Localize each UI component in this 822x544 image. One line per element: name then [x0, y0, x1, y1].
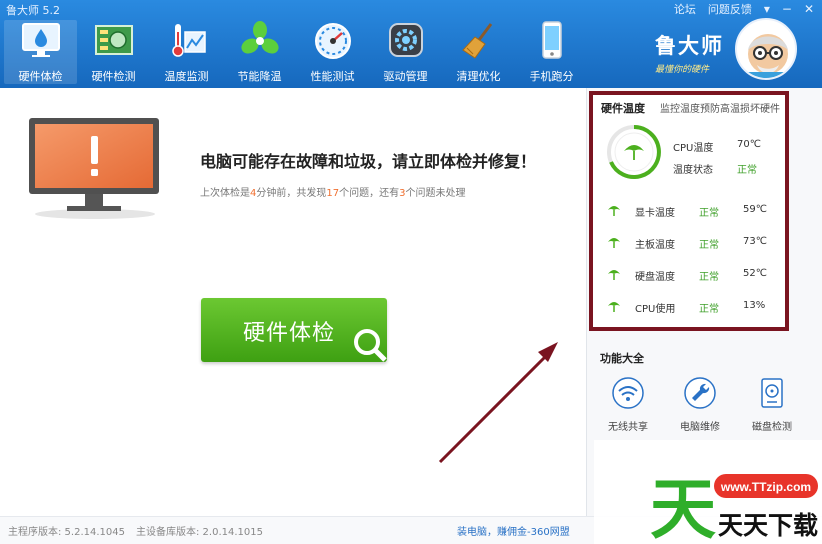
- temperature-tagline: 监控温度预防高温损坏硬件: [660, 104, 780, 115]
- tab-energy-saving[interactable]: 节能降温: [223, 20, 296, 84]
- tab-label: 驱动管理: [383, 70, 428, 83]
- hardware-temperature-card: 硬件温度 监控温度预防高温损坏硬件 CPU温度 70℃ 温度状态 正常 显卡温度…: [589, 91, 789, 331]
- wifi-icon: [612, 377, 644, 409]
- fan-icon: [240, 21, 279, 54]
- tab-label: 手机跑分: [529, 70, 574, 83]
- main-tabs: 硬件体检 硬件检测 温度监测 节能降温 性能测试 驱动管理 清理优化 手机跑分: [4, 20, 588, 84]
- cpu-temp-value: 70℃: [737, 139, 761, 150]
- tab-temperature-monitor[interactable]: 温度监测: [150, 20, 223, 84]
- brand: 鲁大师 最懂你的硬件: [655, 30, 724, 75]
- board-temp-value: 73℃: [743, 236, 767, 247]
- tab-hardware-detect[interactable]: 硬件检测: [77, 20, 150, 84]
- disk-check-button[interactable]: 磁盘检测: [742, 376, 802, 433]
- alert-subtitle: 上次体检是4分钟前，共发现17个问题，还有3个问题未处理: [200, 184, 465, 199]
- wrench-icon: [684, 377, 716, 409]
- minimize-icon[interactable]: −: [782, 2, 792, 16]
- alert-sub-mid1: 分钟前，共发现: [256, 188, 327, 199]
- brand-name: 鲁大师: [655, 34, 724, 58]
- alert-issue-count: 17: [326, 188, 340, 199]
- tab-label: 硬件体检: [18, 70, 63, 83]
- annotation-arrow: [438, 342, 558, 464]
- umbrella-icon: [608, 206, 620, 216]
- tab-label: 硬件检测: [91, 70, 136, 83]
- window-controls: 论坛 问题反馈 ▾ − ✕: [674, 1, 814, 17]
- tab-phone-benchmark[interactable]: 手机跑分: [515, 20, 588, 84]
- umbrella-icon: [608, 238, 620, 248]
- svg-text:天: 天: [650, 471, 716, 544]
- umbrella-icon: [608, 302, 620, 312]
- board-temp-status: 正常: [699, 240, 719, 251]
- checkup-button-label: 硬件体检: [243, 321, 336, 346]
- title-bar: 鲁大师 5.2 论坛 问题反馈 ▾ − ✕ 硬件体检 硬件检测 温度监测 节能降…: [0, 0, 822, 88]
- cpu-usage-status: 正常: [699, 304, 719, 315]
- monitor-droplet-icon: [21, 23, 60, 57]
- wireless-share-button[interactable]: 无线共享: [598, 376, 658, 433]
- gpu-temp-label: 显卡温度: [635, 208, 675, 219]
- hardware-checkup-button[interactable]: 硬件体检: [201, 298, 387, 362]
- pc-repair-label: 电脑维修: [680, 422, 720, 433]
- gear-box-icon: [388, 23, 423, 57]
- feedback-link[interactable]: 问题反馈: [708, 1, 752, 17]
- warning-monitor-icon: [29, 118, 159, 219]
- speedometer-icon: [314, 23, 351, 59]
- tab-driver-manager[interactable]: 驱动管理: [369, 20, 442, 84]
- magnifier-icon: [354, 329, 387, 362]
- watermark-text: 天天下载: [718, 511, 818, 540]
- brand-slogan: 最懂你的硬件: [655, 65, 710, 75]
- temp-state-value: 正常: [737, 165, 757, 176]
- tab-hardware-checkup[interactable]: 硬件体检: [4, 20, 77, 84]
- functions-heading: 功能大全: [600, 352, 644, 365]
- temp-state-label: 温度状态: [673, 165, 713, 176]
- cpu-temperature-row: CPU温度 70℃: [673, 139, 761, 154]
- cpu-usage-row: CPU使用 正常 13%: [607, 299, 777, 315]
- disk-icon: [761, 378, 783, 408]
- broom-icon: [461, 23, 492, 59]
- gpu-temperature-row: 显卡温度 正常 59℃: [607, 203, 777, 219]
- board-temp-label: 主板温度: [635, 240, 675, 251]
- cpu-usage-value: 13%: [743, 300, 766, 311]
- alert-sub-prefix: 上次体检是: [200, 188, 250, 199]
- disk-check-label: 磁盘检测: [752, 422, 792, 433]
- disk-temp-status: 正常: [699, 272, 719, 283]
- forum-link[interactable]: 论坛: [674, 1, 696, 17]
- close-icon[interactable]: ✕: [804, 2, 814, 16]
- alert-sub-suffix: 个问题未处理: [405, 188, 466, 199]
- cpu-temperature-gauge: [607, 125, 661, 179]
- tab-performance-test[interactable]: 性能测试: [296, 20, 369, 84]
- promo-link[interactable]: 装电脑，赚佣金-360网盟: [457, 523, 570, 538]
- tab-label: 温度监测: [164, 70, 209, 83]
- phone-icon: [541, 21, 562, 59]
- tab-label: 清理优化: [456, 70, 501, 83]
- alert-sub-mid2: 个问题，还有: [339, 188, 400, 199]
- temperature-heading: 硬件温度: [601, 102, 645, 115]
- menu-dropdown-icon[interactable]: ▾: [764, 2, 770, 16]
- cpu-usage-label: CPU使用: [635, 304, 676, 315]
- temperature-state-row: 温度状态 正常: [673, 161, 757, 176]
- umbrella-icon: [608, 270, 620, 280]
- wireless-share-label: 无线共享: [608, 422, 648, 433]
- watermark-url: www.TTzip.com: [720, 480, 811, 494]
- tab-clean-optimize[interactable]: 清理优化: [442, 20, 515, 84]
- site-watermark-logo: 天 www.TTzip.com 天天下载: [594, 440, 822, 544]
- thermometer-chart-icon: [171, 24, 206, 57]
- alert-title: 电脑可能存在故障和垃圾，请立即体检并修复！: [200, 152, 537, 171]
- mascot-face-icon: [737, 34, 795, 78]
- motherboard-temperature-row: 主板温度 正常 73℃: [607, 235, 777, 251]
- circuit-board-icon: [94, 25, 133, 55]
- disk-temp-value: 52℃: [743, 268, 767, 279]
- tab-label: 节能降温: [237, 70, 282, 83]
- pc-repair-button[interactable]: 电脑维修: [670, 376, 730, 433]
- device-db-version: 主设备库版本: 2.0.14.1015: [136, 527, 263, 538]
- disk-temperature-row: 硬盘温度 正常 52℃: [607, 267, 777, 283]
- disk-temp-label: 硬盘温度: [635, 272, 675, 283]
- mascot-avatar: [735, 18, 797, 80]
- app-title: 鲁大师 5.2: [6, 4, 60, 17]
- cpu-temp-label: CPU温度: [673, 143, 714, 154]
- gpu-temp-value: 59℃: [743, 204, 767, 215]
- tab-label: 性能测试: [310, 70, 355, 83]
- main-program-version: 主程序版本: 5.2.14.1045: [8, 527, 125, 538]
- gpu-temp-status: 正常: [699, 208, 719, 219]
